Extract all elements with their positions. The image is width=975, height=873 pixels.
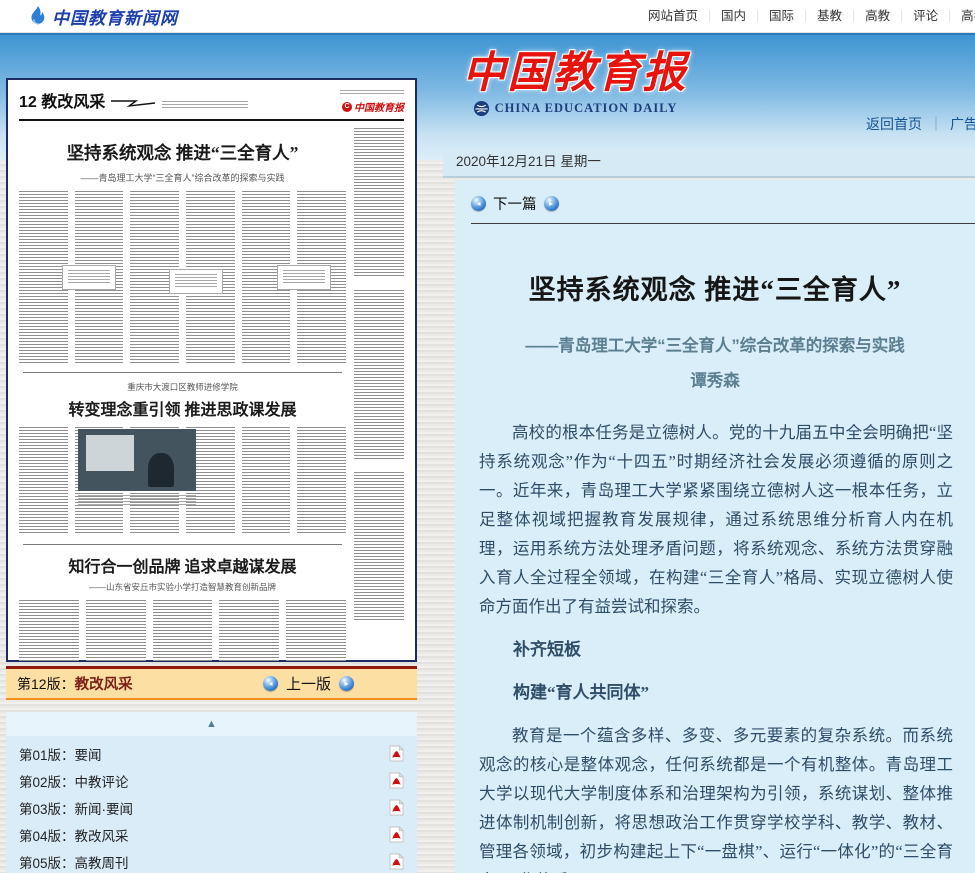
- article-body: 高校的根本任务是立德树人。党的十九届五中全会明确把“坚持系统观念”作为“十四五”…: [479, 418, 953, 873]
- edition-list-item[interactable]: 第04版： 教改风采: [6, 821, 417, 848]
- thumb-date-text: [340, 90, 404, 96]
- prev-edition-label[interactable]: 上一版: [286, 673, 331, 694]
- article-pager: 下一篇: [471, 193, 975, 214]
- next-article-label[interactable]: 下一篇: [493, 193, 537, 214]
- site-header: 中国教育新闻网 网站首页国内国际基教高教评论高考考研就业教学专题图片校长: [0, 0, 975, 33]
- article-paragraph: 高校的根本任务是立德树人。党的十九届五中全会明确把“坚持系统观念”作为“十四五”…: [479, 418, 953, 621]
- thumb-brand-icon: C: [342, 102, 352, 112]
- newspaper-page-thumbnail[interactable]: 12 教改风采 C 中国教育报 坚持系统观念 推进“三全育人” ——青岛理工大: [6, 78, 417, 662]
- thumb-page-header: 12 教改风采 C 中国教育报: [19, 88, 404, 118]
- edition-number: 第12版：: [17, 674, 75, 694]
- nav-item[interactable]: 国际: [769, 9, 817, 23]
- edition-item-number: 第03版：: [19, 798, 75, 818]
- pager-divider: [471, 223, 975, 224]
- thumb-article3-title: 知行合一创品牌 追求卓越谋发展: [19, 553, 346, 577]
- edition-list-panel: ▲ 第01版： 要闻 第02版： 中教评论: [6, 712, 417, 873]
- thumb-contact-text: [162, 101, 248, 109]
- thumb-subhead-box: [277, 265, 331, 290]
- thumb-article3-subtitle: ——山东省安丘市实验小学打造智慧教育创新品牌: [19, 581, 346, 593]
- prev-article-icon[interactable]: [471, 196, 486, 211]
- photo-person: [148, 453, 174, 487]
- pdf-icon[interactable]: [389, 826, 404, 843]
- edition-name: 教改风采: [75, 673, 133, 694]
- edition-item-number: 第04版：: [19, 825, 75, 845]
- collapse-list-button[interactable]: ▲: [6, 712, 417, 736]
- thumb-article2-title: 转变理念重引领 推进思政课发展: [19, 396, 346, 420]
- site-logo-text: 中国教育新闻网: [52, 4, 178, 29]
- nav-item[interactable]: 高教: [865, 9, 913, 23]
- next-edition-icon[interactable]: [339, 676, 354, 691]
- thumb-page-label: 12 教改风采: [19, 94, 105, 111]
- masthead: 中国教育报 CHINA EDUCATION DAILY: [455, 50, 695, 117]
- pdf-icon[interactable]: [389, 799, 404, 816]
- next-article-icon[interactable]: [544, 196, 559, 211]
- thumb-brand-text: 中国教育报: [354, 99, 404, 114]
- back-home-link[interactable]: 返回首页: [866, 116, 922, 132]
- nav-item[interactable]: 高考: [961, 9, 975, 23]
- header-links: 返回首页 ｜ 广告刊例: [866, 114, 975, 134]
- thumb-article-divider: [23, 544, 342, 545]
- masthead-brand: 中国教育报: [455, 50, 695, 97]
- pdf-icon[interactable]: [389, 745, 404, 762]
- top-navigation: 网站首页国内国际基教高教评论高考考研就业教学专题图片校长: [648, 0, 975, 33]
- edition-item-name: 中教评论: [75, 771, 129, 791]
- article-subtitle: ——青岛理工大学“三全育人”综合改革的探索与实践: [455, 332, 975, 356]
- date-bar: 2020年12月21日 星期一: [443, 148, 975, 178]
- thumb-article1-subtitle: ——青岛理工大学“三全育人”综合改革的探索与实践: [19, 171, 346, 184]
- article-paragraph: 教育是一个蕴含多样、多变、多元要素的复杂系统。而系统观念的核心是整体观念，任何系…: [479, 721, 953, 873]
- thumb-right-column: [354, 128, 404, 626]
- edition-item-name: 高教周刊: [75, 852, 129, 872]
- edition-list-item[interactable]: 第05版： 高教周刊: [6, 848, 417, 873]
- thumb-article2-photo: [78, 429, 196, 491]
- article-panel: 下一篇 坚持系统观念 推进“三全育人” ——青岛理工大学“三全育人”综合改革的探…: [455, 180, 975, 873]
- edition-list-item[interactable]: 第01版： 要闻: [6, 740, 417, 767]
- pdf-icon[interactable]: [389, 853, 404, 870]
- edition-item-name: 要闻: [75, 744, 102, 764]
- nav-item[interactable]: 评论: [913, 9, 961, 23]
- collapse-triangle-icon: ▲: [206, 718, 217, 730]
- zigzag-underline: [110, 99, 156, 107]
- page-canvas: 中国教育新闻网 网站首页国内国际基教高教评论高考考研就业教学专题图片校长 中国教…: [0, 0, 975, 873]
- nav-item[interactable]: 基教: [817, 9, 865, 23]
- edition-item-number: 第01版：: [19, 744, 75, 764]
- masthead-brand-en: CHINA EDUCATION DAILY: [495, 101, 678, 116]
- edition-item-number: 第02版：: [19, 771, 75, 791]
- thumb-article3-columns: [19, 600, 346, 662]
- flame-icon: [26, 5, 48, 29]
- article-author: 谭秀森: [455, 367, 975, 391]
- prev-edition-icon[interactable]: [263, 676, 278, 691]
- edition-item-name: 新闻·要闻: [75, 798, 134, 818]
- globe-logo-icon: [473, 100, 490, 117]
- photo-caption: [78, 495, 196, 505]
- thumb-article1-columns: [19, 191, 346, 363]
- nav-item[interactable]: 国内: [721, 9, 769, 23]
- edition-item-number: 第05版：: [19, 852, 75, 872]
- thumb-article1-title: 坚持系统观念 推进“三全育人”: [19, 140, 346, 165]
- link-separator: ｜: [929, 116, 943, 132]
- nav-item[interactable]: 网站首页: [648, 9, 721, 23]
- photo-screen: [86, 435, 134, 471]
- article-title: 坚持系统观念 推进“三全育人”: [455, 268, 975, 307]
- thumb-article2-columns: [19, 427, 346, 535]
- edition-list-item[interactable]: 第03版： 新闻·要闻: [6, 794, 417, 821]
- thumb-article-divider: [23, 372, 342, 373]
- edition-list-item[interactable]: 第02版： 中教评论: [6, 767, 417, 794]
- thumb-header-rule: [19, 119, 404, 121]
- pdf-icon[interactable]: [389, 772, 404, 789]
- edition-item-name: 教改风采: [75, 825, 129, 845]
- article-subhead: 构建“育人共同体”: [479, 678, 953, 707]
- thumb-article2-location: 重庆市大渡口区教师进修学院: [19, 381, 346, 393]
- edition-list: 第01版： 要闻 第02版： 中教评论: [6, 736, 417, 873]
- ad-link[interactable]: 广告刊例: [950, 116, 975, 132]
- current-edition-bar: 第12版： 教改风采 上一版: [6, 666, 417, 700]
- thumb-subhead-box: [62, 265, 116, 290]
- site-logo[interactable]: 中国教育新闻网: [26, 4, 178, 29]
- thumb-subhead-box: [169, 269, 223, 294]
- article-subhead: 补齐短板: [479, 635, 953, 664]
